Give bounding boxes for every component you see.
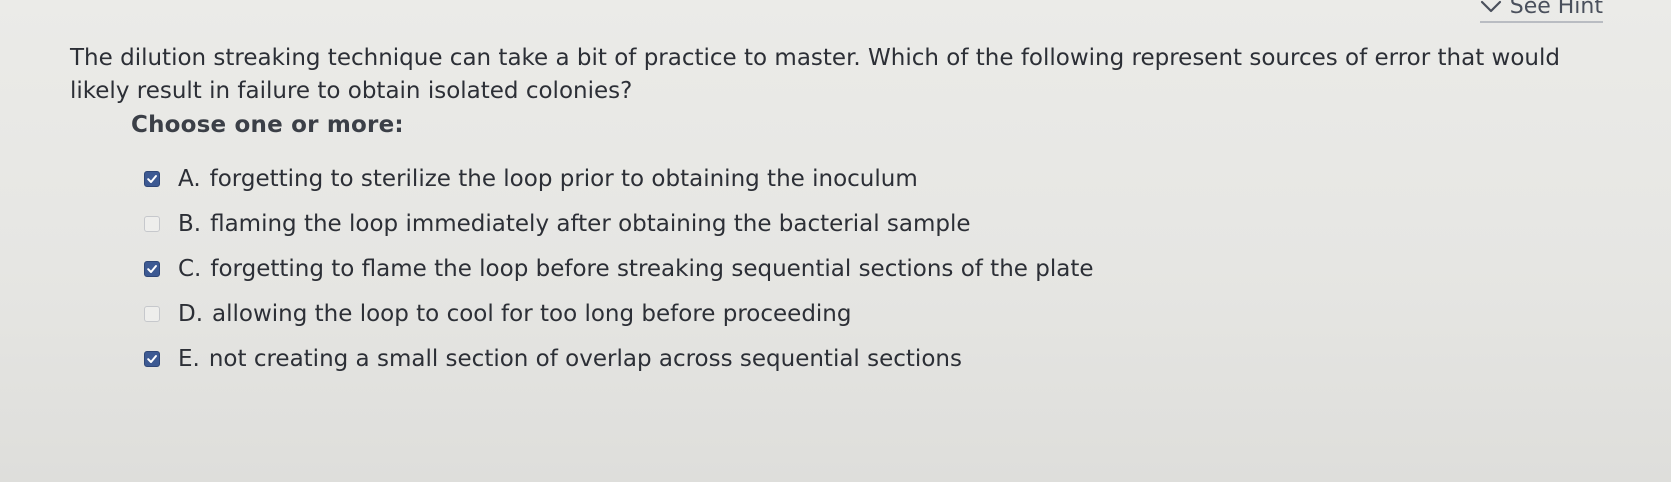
checkmark-icon — [147, 264, 157, 273]
option-letter: A. — [178, 165, 201, 192]
option-text: not creating a small section of overlap … — [208, 345, 962, 372]
option-letter: E. — [178, 345, 200, 372]
option-a[interactable]: A. forgetting to sterilize the loop prio… — [144, 156, 1094, 201]
option-text: flaming the loop immediately after obtai… — [210, 210, 971, 237]
see-hint-link[interactable]: See Hint — [1479, 0, 1603, 23]
option-c[interactable]: C. forgetting to flame the loop before s… — [144, 246, 1094, 291]
option-letter: C. — [178, 255, 202, 282]
checked-checkbox[interactable] — [144, 170, 160, 187]
option-letter: D. — [178, 300, 204, 327]
option-letter: B. — [178, 210, 202, 237]
checked-checkbox[interactable] — [144, 260, 160, 277]
checkmark-icon — [147, 174, 157, 183]
chevron-down-icon — [1480, 0, 1502, 14]
checked-checkbox[interactable] — [144, 350, 160, 367]
answer-options: A. forgetting to sterilize the loop prio… — [144, 156, 1094, 381]
option-text: forgetting to flame the loop before stre… — [210, 255, 1094, 282]
option-d[interactable]: D. allowing the loop to cool for too lon… — [144, 291, 1094, 336]
question-text: The dilution streaking technique can tak… — [70, 45, 1560, 104]
option-b[interactable]: B. flaming the loop immediately after ob… — [144, 201, 1094, 246]
unchecked-checkbox[interactable] — [144, 305, 160, 322]
option-text: forgetting to sterilize the loop prior t… — [209, 165, 918, 192]
see-hint-label: See Hint — [1509, 0, 1603, 19]
unchecked-checkbox[interactable] — [144, 215, 160, 232]
option-e[interactable]: E. not creating a small section of overl… — [144, 336, 1094, 381]
option-text: allowing the loop to cool for too long b… — [212, 300, 852, 327]
choose-prompt: Choose one or more: — [131, 112, 404, 138]
checkmark-icon — [147, 354, 157, 363]
